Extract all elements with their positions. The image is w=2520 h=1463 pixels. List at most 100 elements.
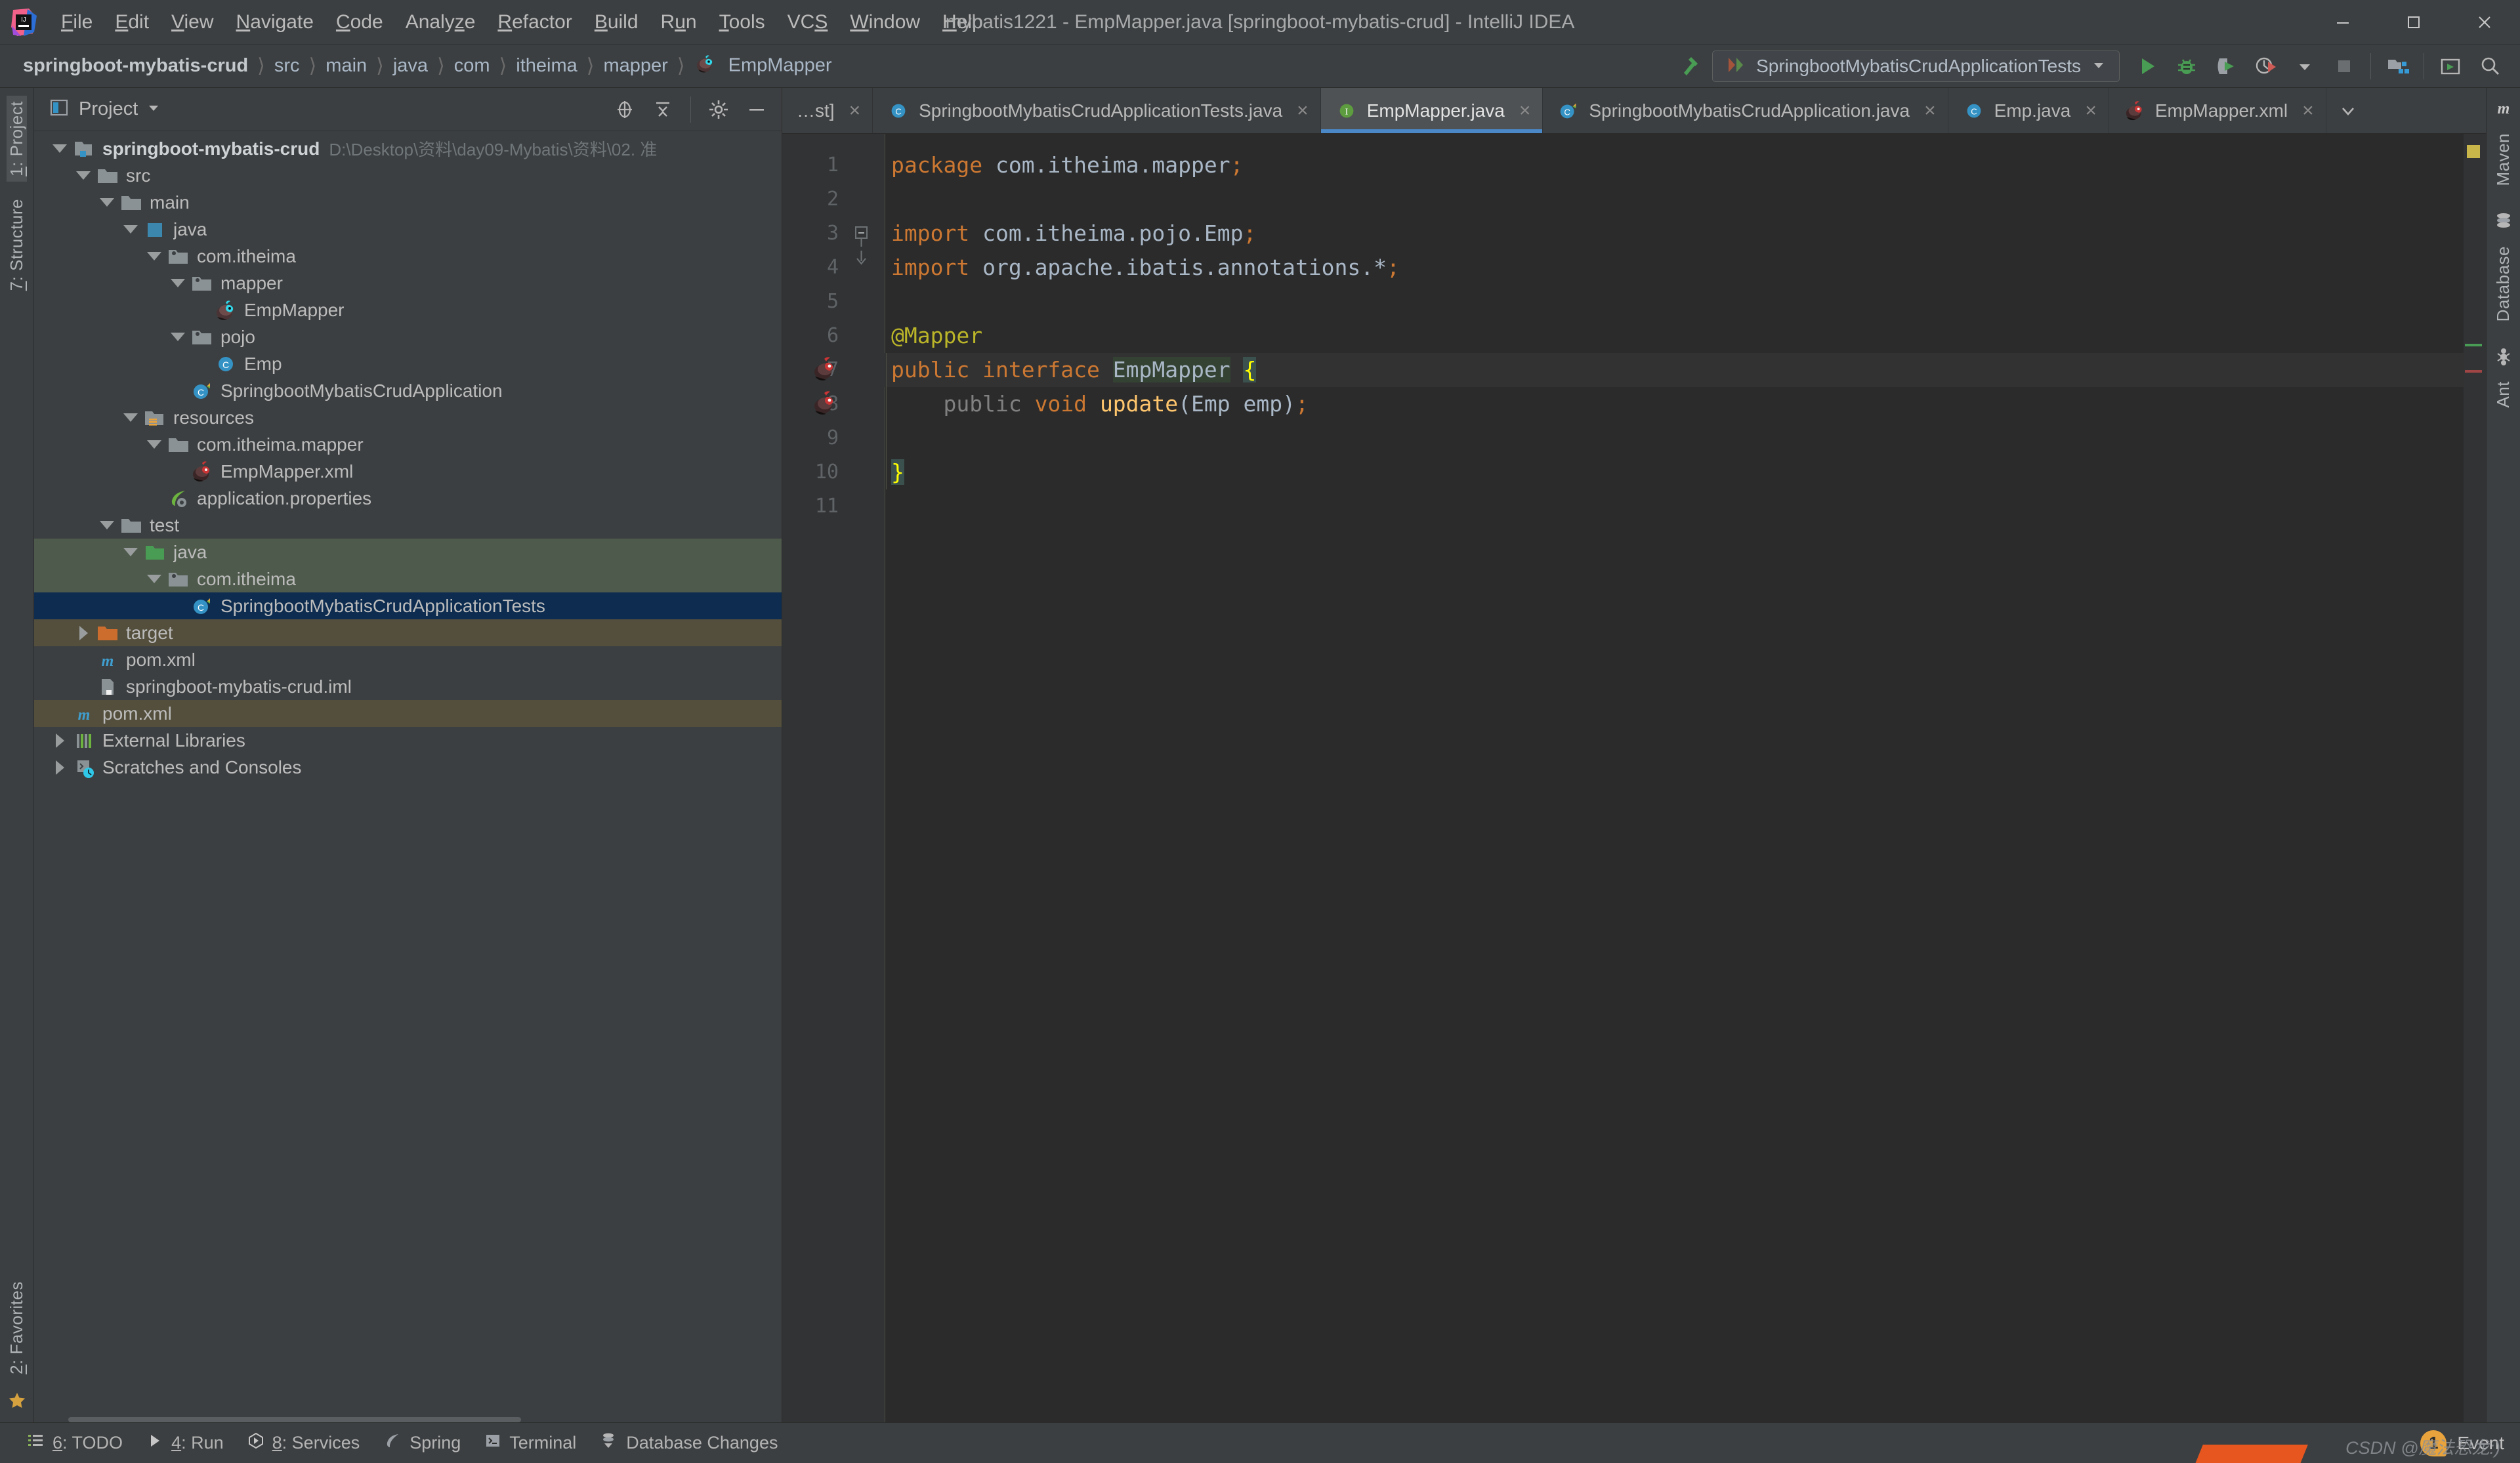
chevron-down-icon[interactable]: [167, 279, 189, 287]
project-tree[interactable]: springboot-mybatis-crud D:\Desktop\资料\day…: [34, 131, 782, 1422]
code-line[interactable]: [885, 489, 2486, 524]
project-structure-icon[interactable]: [2379, 48, 2416, 85]
breadcrumb-item-com[interactable]: com: [448, 53, 496, 79]
menu-item-code[interactable]: Code: [325, 9, 394, 36]
tree-node[interactable]: test: [34, 512, 782, 539]
menu-item-vcs[interactable]: VCS: [776, 9, 839, 36]
minus-icon[interactable]: [741, 94, 772, 125]
fold-region[interactable]: [848, 216, 885, 251]
stop-square-icon[interactable]: [2326, 48, 2362, 85]
tree-node[interactable]: C Emp: [34, 350, 782, 377]
code-line[interactable]: public interface EmpMapper {: [885, 353, 2486, 387]
editor-code-content[interactable]: package com.itheima.mapper; import com.it…: [885, 134, 2486, 1422]
status-item-database-changes[interactable]: Database Changes: [588, 1429, 789, 1457]
tree-node[interactable]: mapper: [34, 270, 782, 297]
maximize-button[interactable]: [2378, 0, 2449, 45]
chevron-down-icon[interactable]: [119, 413, 142, 422]
editor-gutter[interactable]: 1 2 3 4 5 6 7 8 9 10 11: [782, 134, 848, 1422]
tree-node[interactable]: java: [34, 216, 782, 243]
profiler-clock-icon[interactable]: [2247, 48, 2284, 85]
chevron-down-icon[interactable]: [146, 100, 161, 119]
tree-node[interactable]: com.itheima: [34, 243, 782, 270]
menu-item-run[interactable]: Run: [650, 9, 708, 36]
close-icon[interactable]: ×: [2302, 100, 2314, 122]
breadcrumb-item-empmapper[interactable]: EmpMapper: [688, 51, 838, 82]
chevron-down-icon[interactable]: [167, 333, 189, 341]
tree-node[interactable]: target: [34, 619, 782, 646]
editor-tab[interactable]: C SpringbootMybatisCrudApplicationTests.j…: [873, 88, 1321, 133]
tree-node[interactable]: com.itheima.mapper: [34, 431, 782, 458]
chevron-down-icon[interactable]: [49, 144, 71, 153]
menu-item-edit[interactable]: Edit: [104, 9, 160, 36]
close-icon[interactable]: ×: [2085, 100, 2097, 122]
tree-node[interactable]: springboot-mybatis-crud D:\Desktop\资料\day…: [34, 135, 782, 162]
tree-node[interactable]: springboot-mybatis-crud.iml: [34, 673, 782, 700]
editor-fold-column[interactable]: [848, 134, 885, 1422]
run-button[interactable]: [2129, 48, 2166, 85]
chevron-down-icon[interactable]: [143, 575, 165, 583]
menu-item-navigate[interactable]: Navigate: [225, 9, 325, 36]
editor-tab[interactable]: I EmpMapper.java ×: [1320, 88, 1544, 133]
build-hammer-icon[interactable]: [1673, 48, 1710, 85]
menu-item-view[interactable]: View: [160, 9, 224, 36]
status-item-spring[interactable]: Spring: [371, 1429, 472, 1457]
status-item-services[interactable]: 8: Services: [236, 1430, 372, 1456]
terminal-window-icon[interactable]: [2432, 48, 2469, 85]
menu-item-tools[interactable]: Tools: [708, 9, 776, 36]
target-crosshair-icon[interactable]: [609, 94, 640, 125]
menu-item-analyze[interactable]: Analyze: [394, 9, 487, 36]
mybatis-statement-icon[interactable]: [811, 355, 841, 385]
inspection-status-badge[interactable]: [2466, 144, 2481, 159]
editor-tab[interactable]: C SpringbootMybatisCrudApplication.java ×: [1543, 88, 1948, 133]
tree-node[interactable]: C SpringbootMybatisCrudApplication: [34, 377, 782, 404]
editor-tab[interactable]: EmpMapper.xml ×: [2109, 88, 2326, 133]
close-button[interactable]: [2449, 0, 2520, 45]
chevron-down-icon[interactable]: [72, 171, 94, 180]
code-line[interactable]: @Mapper: [885, 319, 2486, 353]
tree-node[interactable]: EmpMapper.xml: [34, 458, 782, 485]
close-icon[interactable]: ×: [1519, 100, 1531, 122]
code-line[interactable]: }: [885, 455, 2486, 489]
tree-node[interactable]: Scratches and Consoles: [34, 754, 782, 781]
editor-tab-bar[interactable]: …st] × C SpringbootMybatisCrudApplicationTe…: [782, 88, 2486, 134]
tree-node[interactable]: application.properties: [34, 485, 782, 512]
tree-node[interactable]: java: [34, 539, 782, 566]
breadcrumb-item-src[interactable]: src: [268, 53, 306, 79]
tree-node[interactable]: main: [34, 189, 782, 216]
chevron-down-icon[interactable]: [96, 521, 118, 529]
code-line[interactable]: [885, 285, 2486, 319]
chevron-down-icon[interactable]: [143, 440, 165, 449]
sidebar-item-structure[interactable]: 7: Structure: [7, 194, 27, 296]
code-line[interactable]: [885, 182, 2486, 216]
debug-bug-icon[interactable]: [2168, 48, 2205, 85]
chevron-right-icon[interactable]: [49, 733, 71, 748]
menu-item-file[interactable]: File: [50, 9, 104, 36]
chevron-down-icon[interactable]: [119, 225, 142, 234]
code-line[interactable]: public void update(Emp emp);: [885, 387, 2486, 421]
sidebar-item-ant[interactable]: Ant: [2492, 345, 2515, 413]
editor-tab[interactable]: …st] ×: [782, 88, 873, 133]
sidebar-item-database[interactable]: Database: [2492, 210, 2515, 327]
chevron-right-icon[interactable]: [72, 625, 94, 640]
sidebar-item-project[interactable]: 1: Project: [7, 96, 27, 182]
menu-item-build[interactable]: Build: [583, 9, 650, 36]
run-configuration-selector[interactable]: SpringbootMybatisCrudApplicationTests: [1712, 51, 2120, 82]
menu-item-help[interactable]: Help: [931, 9, 994, 36]
editor-code-area[interactable]: 1 2 3 4 5 6 7 8 9 10 11 package com.itheima.mapper…: [782, 134, 2486, 1422]
chevron-right-icon[interactable]: [49, 760, 71, 775]
breadcrumb-item-mapper[interactable]: mapper: [598, 53, 674, 79]
close-icon[interactable]: ×: [1924, 100, 1936, 122]
chevron-down-icon[interactable]: [143, 252, 165, 260]
status-item-run[interactable]: 4: Run: [135, 1430, 236, 1456]
editor-marker-bar[interactable]: [2464, 134, 2486, 1422]
tree-node[interactable]: resources: [34, 404, 782, 431]
code-line[interactable]: package com.itheima.mapper;: [885, 148, 2486, 182]
breadcrumb-item-main[interactable]: main: [320, 53, 373, 79]
sidebar-item-maven[interactable]: m Maven: [2492, 97, 2515, 192]
code-line[interactable]: import org.apache.ibatis.annotations.*;: [885, 251, 2486, 285]
tree-node[interactable]: EmpMapper: [34, 297, 782, 323]
tree-node[interactable]: src: [34, 162, 782, 189]
profiler-dropdown-chevron-down-icon[interactable]: [2286, 48, 2323, 85]
breadcrumb-item-itheima[interactable]: itheima: [510, 53, 583, 79]
code-line[interactable]: [885, 421, 2486, 455]
